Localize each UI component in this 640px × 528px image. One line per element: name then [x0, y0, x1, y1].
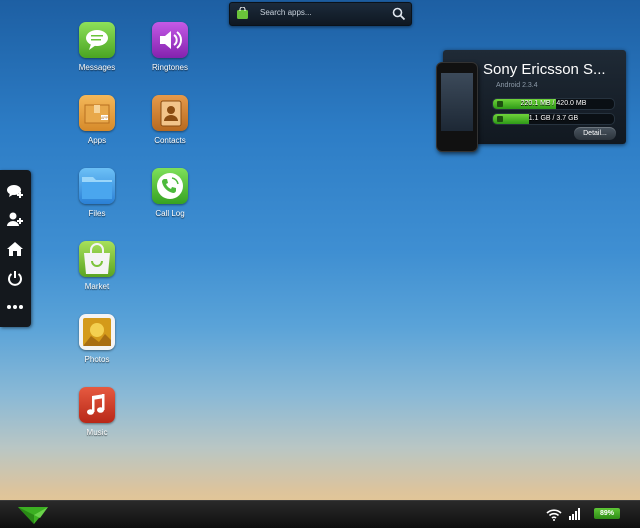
app-label: Contacts — [154, 136, 186, 145]
app-apps[interactable]: APP Apps — [62, 95, 132, 145]
phone-storage-bar: 220.1 MB / 420.0 MB — [492, 98, 615, 110]
app-messages[interactable]: Messages — [62, 22, 132, 72]
detail-button[interactable]: Detail... — [574, 127, 616, 140]
storage-text: 220.1 MB / 420.0 MB — [520, 100, 587, 107]
ringtones-icon — [152, 22, 188, 58]
sidebar — [0, 170, 31, 327]
new-message-icon[interactable] — [6, 182, 24, 200]
phone-image — [436, 62, 478, 152]
search-icon[interactable] — [392, 7, 406, 21]
app-photos[interactable]: Photos — [62, 314, 132, 364]
device-name: Sony Ericsson S... — [483, 61, 606, 78]
photos-icon — [79, 314, 115, 350]
taskbar: 89% — [0, 500, 640, 528]
search-input[interactable]: Search apps... — [260, 8, 312, 17]
storage-text: 1.1 GB / 3.7 GB — [528, 115, 579, 122]
app-label: Photos — [84, 355, 110, 364]
add-contact-icon[interactable] — [6, 210, 24, 228]
app-label: Apps — [87, 136, 107, 145]
app-ringtones[interactable]: Ringtones — [135, 22, 205, 72]
battery-indicator: 89% — [594, 508, 620, 519]
app-call-log[interactable]: Call Log — [135, 168, 205, 218]
more-icon[interactable] — [6, 298, 24, 316]
home-icon[interactable] — [6, 240, 24, 258]
app-label: Call Log — [155, 209, 185, 218]
call-log-icon — [152, 168, 188, 204]
battery-level: 89% — [599, 510, 614, 517]
search-bar[interactable]: Search apps... — [229, 2, 412, 26]
app-label: Files — [88, 209, 106, 218]
app-label: Messages — [78, 63, 116, 72]
apps-icon: APP — [79, 95, 115, 131]
music-icon — [79, 387, 115, 423]
app-label: Ringtones — [151, 63, 189, 72]
contacts-icon — [152, 95, 188, 131]
app-music[interactable]: Music — [62, 387, 132, 437]
market-icon — [79, 241, 115, 277]
wifi-icon — [546, 509, 562, 521]
app-market[interactable]: Market — [62, 241, 132, 291]
app-files[interactable]: Files — [62, 168, 132, 218]
airdroid-logo-icon[interactable] — [16, 504, 50, 526]
sd-storage-bar: 1.1 GB / 3.7 GB — [492, 113, 615, 125]
app-store-icon — [237, 7, 248, 19]
files-icon — [79, 168, 115, 204]
signal-icon — [569, 508, 580, 520]
app-label: Music — [86, 428, 108, 437]
power-icon[interactable] — [6, 269, 24, 287]
phone-screen — [441, 73, 473, 131]
messages-icon — [79, 22, 115, 58]
svg-text:APP: APP — [101, 116, 109, 120]
app-contacts[interactable]: Contacts — [135, 95, 205, 145]
app-label: Market — [84, 282, 110, 291]
android-version: Android 2.3.4 — [496, 82, 538, 89]
